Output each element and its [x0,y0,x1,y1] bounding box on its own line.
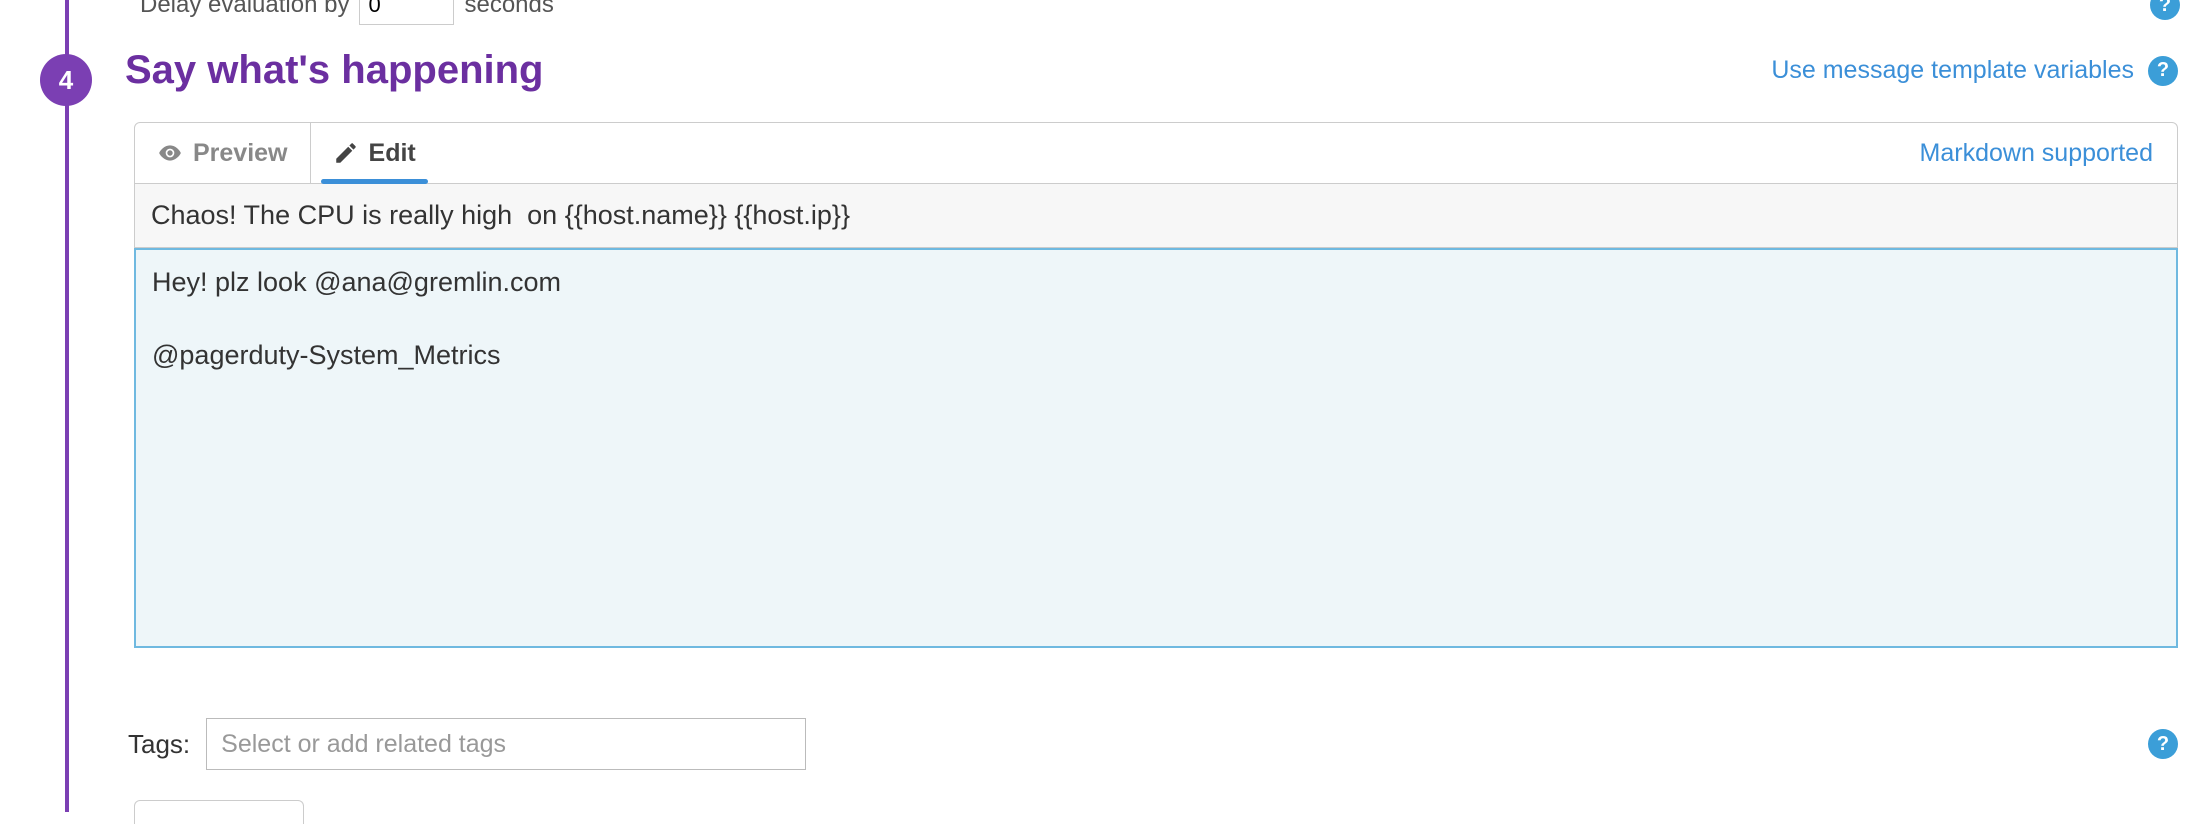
section-title: Say what's happening [125,48,543,93]
message-editor: Preview Edit Markdown supported [134,122,2178,653]
tags-label: Tags: [128,729,190,760]
step-number-badge: 4 [40,54,92,106]
help-icon[interactable]: ? [2148,729,2178,759]
tags-input[interactable] [206,718,806,770]
delay-label-suffix: seconds [464,0,553,19]
help-icon[interactable]: ? [2148,56,2178,86]
delay-evaluation-row: Delay evaluation by seconds [140,0,554,25]
tab-preview[interactable]: Preview [135,123,311,183]
template-variables-link[interactable]: Use message template variables ? [1771,56,2178,86]
step-timeline-line [65,0,69,812]
tab-edit-label: Edit [369,139,416,168]
section-header: Say what's happening Use message templat… [125,48,2178,93]
message-subject-input[interactable] [134,184,2178,248]
help-icon[interactable]: ? [2150,0,2180,20]
template-variables-label: Use message template variables [1771,56,2134,85]
markdown-supported-link[interactable]: Markdown supported [1920,139,2177,168]
step-number: 4 [59,65,73,96]
tab-preview-label: Preview [193,139,288,168]
delay-label-prefix: Delay evaluation by [140,0,349,19]
editor-tabs: Preview Edit Markdown supported [134,122,2178,184]
pencil-icon [333,140,359,166]
message-body-textarea[interactable] [134,248,2178,648]
eye-icon [157,140,183,166]
delay-seconds-input[interactable] [359,0,454,25]
tab-edit[interactable]: Edit [311,123,438,183]
partial-element-bottom [134,800,304,824]
delay-help-icon-container: ? [2150,0,2180,20]
tags-help-container: ? [2148,729,2178,759]
tags-row: Tags: ? [128,718,2178,770]
